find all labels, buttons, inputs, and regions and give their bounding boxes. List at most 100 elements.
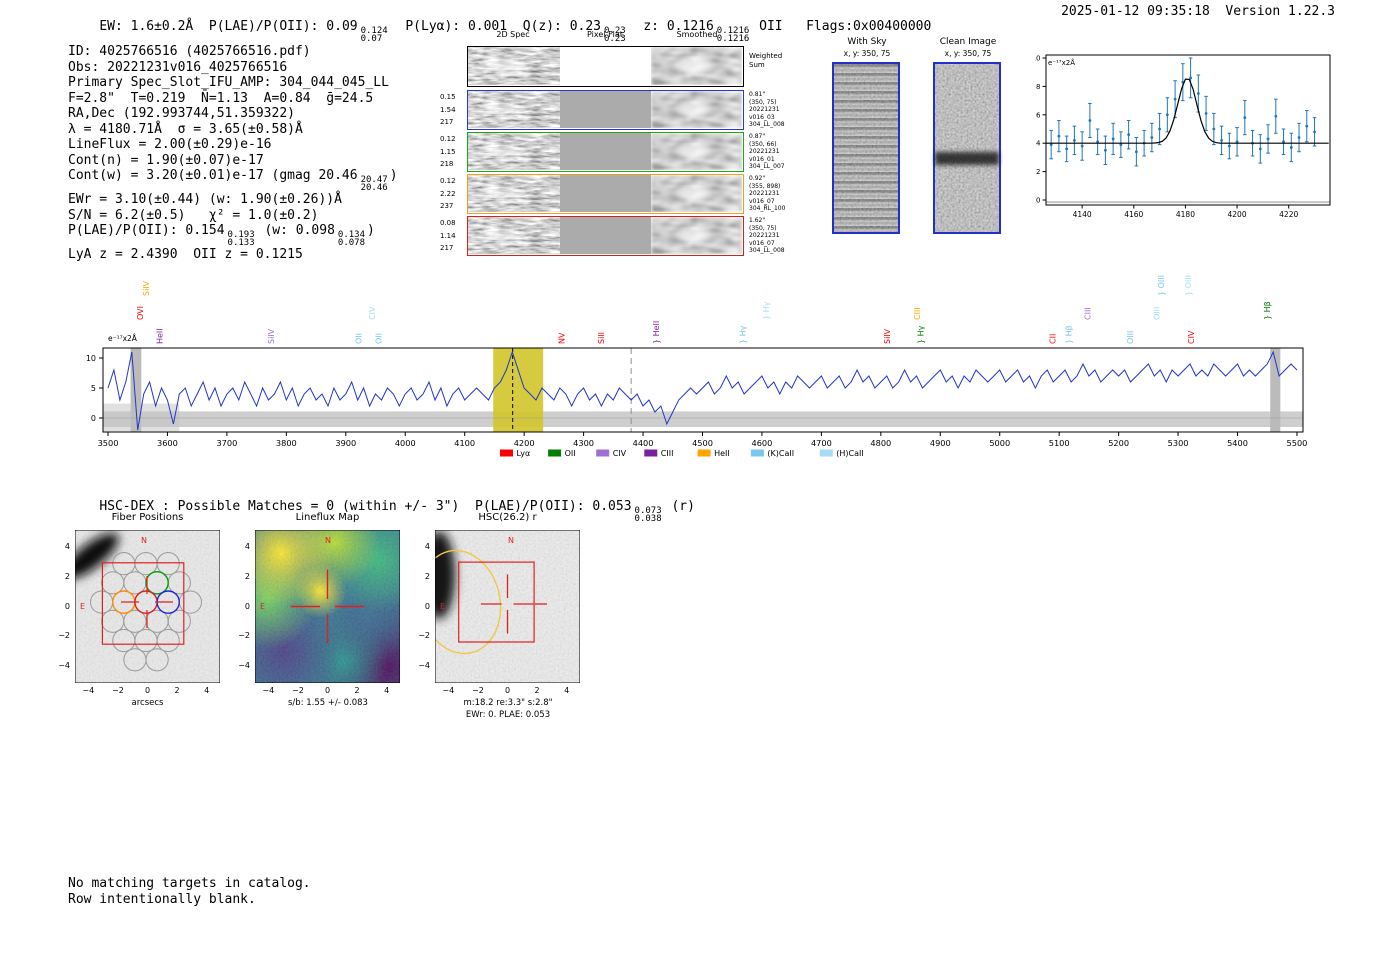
legend-swatch: [548, 450, 561, 457]
fiber-positions-plot: N E: [75, 530, 220, 683]
data-point: [1112, 138, 1115, 141]
fiber-row-info: 0.81" (350, 75) 20221231 v016_03 304_LL_…: [749, 91, 795, 129]
continuum-w-text: Cont(w) = 3.20(±0.01)e-17 (gmag 20.46: [68, 168, 358, 183]
data-point: [1065, 147, 1068, 150]
emission-line-label: CII: [1049, 334, 1058, 344]
emission-line-label: SiIV: [267, 328, 276, 344]
y-tick-label: 6: [1036, 111, 1041, 119]
footer-note-2: Row intentionally blank.: [68, 892, 256, 907]
y-tick-label: −4: [412, 661, 430, 670]
with-sky-image: [832, 62, 900, 234]
emission-line-label: CIII: [913, 307, 922, 320]
cutout-smoothed: [651, 91, 742, 128]
spec2d-row: [467, 90, 744, 130]
plae-uncertainty: 0.1240.07: [361, 27, 388, 43]
redshift-candidates: LyA z = 2.4390 OII z = 0.1215: [68, 247, 488, 263]
emission-line-label: HeII: [156, 328, 165, 344]
spec2d-row: [467, 132, 744, 172]
data-point: [1274, 115, 1277, 118]
hsc-title: HSC(26.2) r: [435, 512, 580, 523]
emission-line-label: OIII: [1153, 307, 1162, 320]
x-tick-label: 4500: [692, 438, 713, 448]
cutout-pixelflat: [560, 133, 651, 170]
clean-image: [933, 62, 1001, 234]
compass-east: E: [260, 602, 265, 611]
hsc-image-plot: N E: [435, 530, 580, 683]
emission-line-label: } Hβ: [1263, 301, 1272, 320]
line-fit-plot: 024681041404160418042004220e⁻¹⁷x2Å: [1035, 45, 1355, 240]
legend-label: CIII: [661, 449, 674, 458]
timestamp-version: 2025-01-12 09:35:18 Version 1.22.3: [1061, 4, 1335, 19]
hsc-dex-uncertainty: 0.0730.038: [635, 507, 662, 523]
y-tick-label: 0: [232, 602, 250, 611]
emission-line-label: } OIII: [1184, 275, 1193, 296]
hsc-dex-band: (r): [664, 499, 695, 514]
y-tick-label: −4: [52, 661, 70, 670]
lineflux-map-title: Lineflux Map: [255, 512, 400, 523]
x-tick-label: 5300: [1168, 438, 1189, 448]
y-tick-label: 10: [1035, 55, 1041, 63]
y-tick-label: 4: [1036, 140, 1041, 148]
cutout-pixelflat: [560, 217, 651, 254]
gmag-uncertainty: 20.4720.46: [361, 176, 388, 192]
y-tick-label: 2: [52, 572, 70, 581]
y-tick-label: −2: [412, 631, 430, 640]
data-point: [1259, 147, 1262, 150]
x-tick-label: 3800: [276, 438, 297, 448]
legend-swatch: [644, 450, 657, 457]
x-tick-label: 4140: [1073, 210, 1092, 219]
wavelength-sigma: λ = 4180.71Å σ = 3.65(±0.58)Å: [68, 122, 488, 138]
observation-id: Obs: 20221231v016_4025766516: [68, 60, 488, 76]
x-tick-label: 5400: [1227, 438, 1248, 448]
legend-swatch: [500, 450, 513, 457]
lineflux-noise: [255, 530, 400, 683]
plae-w-text: (w: 0.098: [257, 223, 335, 238]
summary-flags: OII Flags:0x00400000: [751, 19, 931, 34]
y-tick-label: 0: [412, 602, 430, 611]
emission-line-label: CIII: [1084, 307, 1093, 320]
x-tick-label: 4800: [870, 438, 891, 448]
data-point: [1197, 92, 1200, 95]
clean-title: Clean Image: [933, 37, 1003, 47]
legend-label: Lyα: [517, 449, 531, 458]
x-tick-label: 2: [347, 686, 367, 695]
cutout-2dspec: [468, 91, 560, 128]
legend-label: (K)CaII: [767, 449, 794, 458]
y-tick-label: 0: [1036, 197, 1040, 205]
emission-line-label: } HeII: [652, 321, 661, 344]
plae-unc1-lo: 0.133: [228, 239, 255, 247]
lineflux-caption: s/b: 1.55 +/- 0.083: [243, 698, 413, 708]
x-tick-label: 4180: [1176, 210, 1195, 219]
x-tick-label: 4: [377, 686, 397, 695]
x-tick-label: 3600: [157, 438, 178, 448]
x-tick-label: 4600: [752, 438, 773, 448]
legend-label: OII: [565, 449, 576, 458]
weighted-sum-strip: [467, 46, 744, 87]
x-tick-label: 4400: [633, 438, 654, 448]
y-tick-label: −2: [232, 631, 250, 640]
x-tick-label: 4000: [395, 438, 416, 448]
data-point: [1174, 98, 1177, 101]
legend-swatch: [596, 450, 609, 457]
detection-info-block: ID: 4025766516 (4025766516.pdf) Obs: 202…: [68, 44, 488, 263]
x-tick-label: 4160: [1124, 210, 1143, 219]
data-point: [1127, 133, 1130, 136]
elixer-report-page: EW: 1.6±0.2Å P(LAE)/P(OII): 0.090.1240.0…: [0, 0, 1400, 953]
fiber-xlabel: arcsecs: [75, 698, 220, 708]
cutout-2dspec: [468, 217, 560, 254]
continuum-n: Cont(n) = 1.90(±0.07)e-17: [68, 153, 488, 169]
y-tick-label: −4: [232, 661, 250, 670]
weighted-smoothed-image: [651, 47, 742, 85]
hsc-dex-lo: 0.038: [635, 515, 662, 523]
data-point: [1298, 136, 1301, 139]
x-tick-label: 0: [138, 686, 158, 695]
weighted-sum-label: Weighted Sum: [749, 52, 795, 70]
data-point: [1313, 130, 1316, 133]
withsky-title: With Sky: [832, 37, 902, 47]
compass-east: E: [80, 602, 85, 611]
data-point: [1305, 125, 1308, 128]
data-point: [1058, 135, 1061, 138]
data-point: [1158, 128, 1161, 131]
detection-id: ID: 4025766516 (4025766516.pdf): [68, 44, 488, 60]
seeing-throughput: F=2.8" T=0.219 N̄=1.13 A=0.84 ḡ=24.5: [68, 91, 488, 107]
